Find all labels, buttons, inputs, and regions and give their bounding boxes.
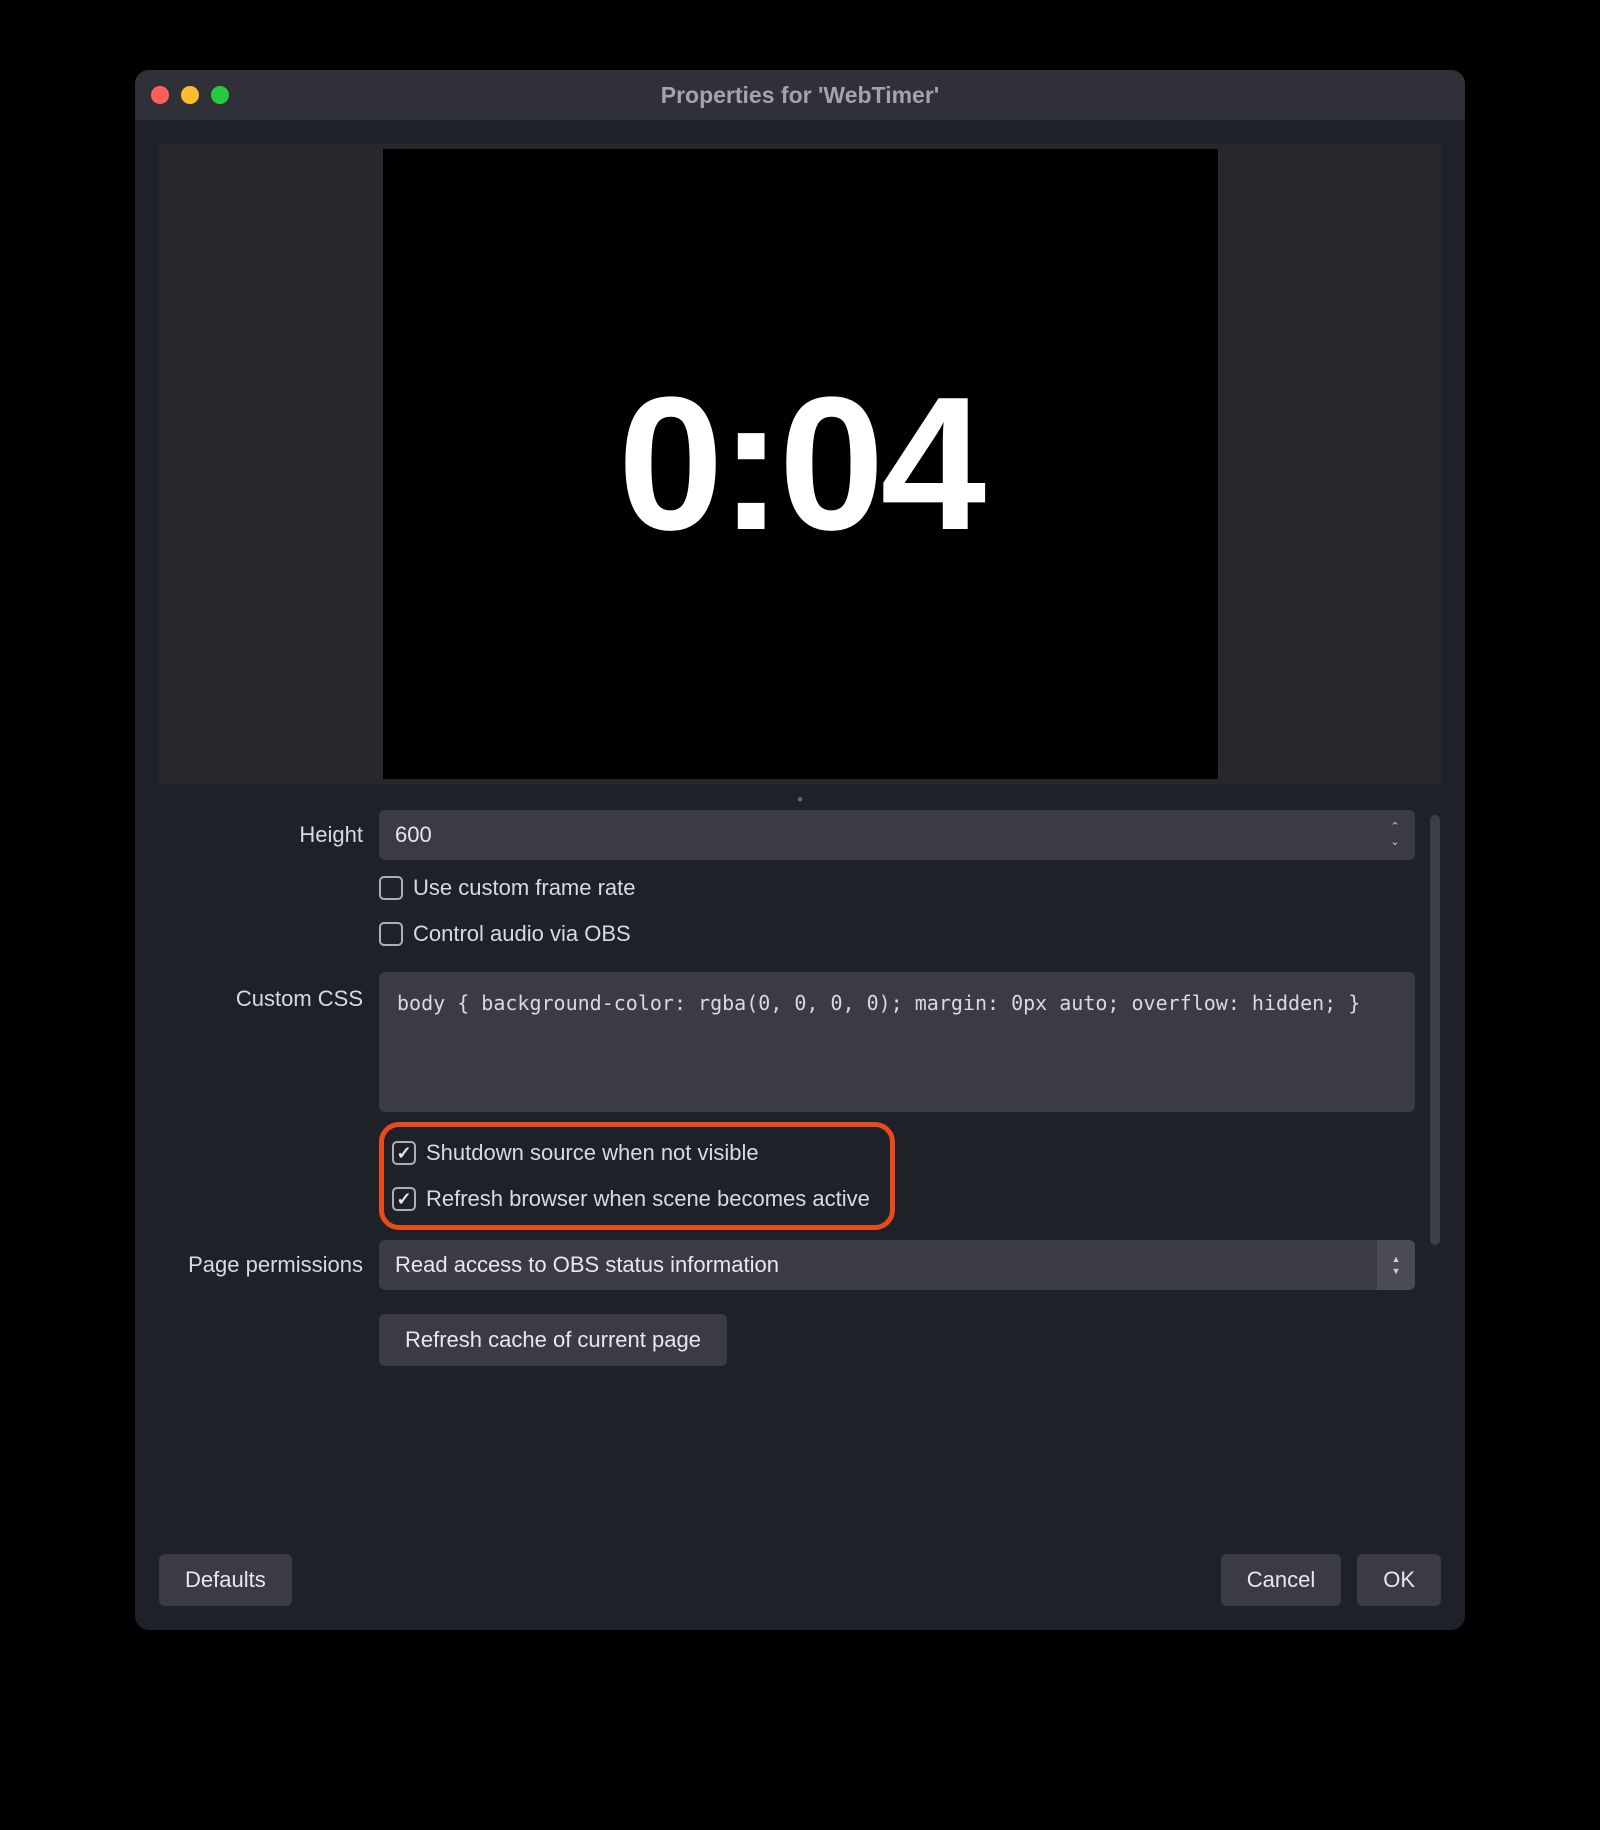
refresh-browser-checkbox[interactable] — [392, 1187, 416, 1211]
titlebar: Properties for 'WebTimer' — [135, 70, 1465, 120]
use-custom-framerate-checkbox[interactable] — [379, 876, 403, 900]
dialog-footer: Defaults Cancel OK — [159, 1554, 1441, 1606]
refresh-cache-button[interactable]: Refresh cache of current page — [379, 1314, 727, 1366]
height-input[interactable]: 600 ⌃ ⌄ — [379, 810, 1415, 860]
preview-panel: 0:04 — [159, 144, 1441, 784]
properties-window: Properties for 'WebTimer' 0:04 ● Height … — [135, 70, 1465, 1630]
height-step-down[interactable]: ⌄ — [1385, 837, 1405, 848]
use-custom-framerate-label: Use custom frame rate — [413, 875, 636, 901]
shutdown-source-checkbox[interactable] — [392, 1141, 416, 1165]
page-permissions-select[interactable]: Read access to OBS status information ▲ … — [379, 1240, 1415, 1290]
control-audio-label: Control audio via OBS — [413, 921, 631, 947]
maximize-window-button[interactable] — [211, 86, 229, 104]
select-dropdown-icon: ▲ ▼ — [1377, 1240, 1415, 1290]
page-permissions-value: Read access to OBS status information — [379, 1240, 1377, 1290]
preview-resize-handle[interactable]: ● — [159, 794, 1441, 800]
highlight-annotation: Shutdown source when not visible Refresh… — [379, 1122, 895, 1230]
custom-css-label: Custom CSS — [159, 972, 379, 1012]
height-label: Height — [159, 810, 379, 860]
height-step-up[interactable]: ⌃ — [1385, 822, 1405, 833]
cancel-button[interactable]: Cancel — [1221, 1554, 1341, 1606]
timer-display: 0:04 — [618, 355, 982, 573]
minimize-window-button[interactable] — [181, 86, 199, 104]
scrollbar-thumb[interactable] — [1430, 815, 1440, 1245]
shutdown-source-label: Shutdown source when not visible — [426, 1140, 759, 1166]
scrollbar[interactable] — [1429, 815, 1441, 1245]
close-window-button[interactable] — [151, 86, 169, 104]
source-preview: 0:04 — [383, 149, 1218, 779]
ok-button[interactable]: OK — [1357, 1554, 1441, 1606]
content-area: 0:04 ● Height 600 ⌃ ⌄ — [135, 120, 1465, 1630]
defaults-button[interactable]: Defaults — [159, 1554, 292, 1606]
page-permissions-label: Page permissions — [159, 1240, 379, 1290]
height-value: 600 — [379, 822, 432, 848]
window-controls — [151, 86, 229, 104]
control-audio-checkbox[interactable] — [379, 922, 403, 946]
window-title: Properties for 'WebTimer' — [135, 82, 1465, 109]
custom-css-textarea[interactable]: body { background-color: rgba(0, 0, 0, 0… — [379, 972, 1415, 1112]
refresh-browser-label: Refresh browser when scene becomes activ… — [426, 1186, 870, 1212]
